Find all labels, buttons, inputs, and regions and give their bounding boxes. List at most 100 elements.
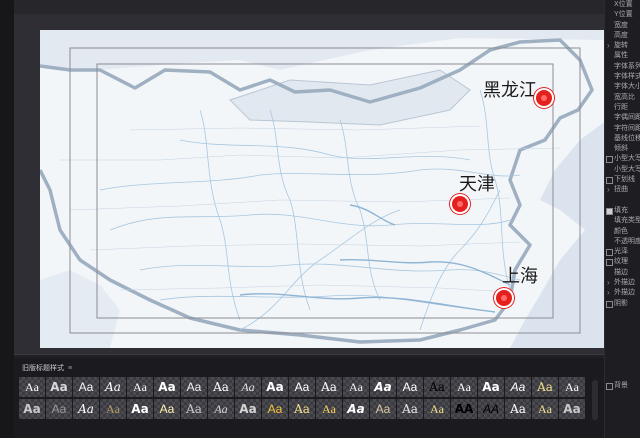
style-swatch[interactable]: Aa [262,377,288,397]
style-swatch[interactable]: Aa [208,399,234,419]
property-row: 不透明度 [614,237,640,245]
styles-panel-title: 旧版标题样式 [22,365,64,372]
style-swatch[interactable]: Aa [559,377,585,397]
style-swatch[interactable]: Aa [478,377,504,397]
left-edge-strip [0,0,14,438]
style-swatch[interactable]: Aa [127,377,153,397]
property-row: 宽度 [614,21,628,29]
style-swatch[interactable]: Aa [505,399,531,419]
property-row[interactable]: 小型大写字母 [605,154,640,164]
city-marker-tianjin [452,196,468,212]
property-row: 填充类型 [614,217,640,225]
property-row[interactable]: 阴影 [605,299,640,309]
style-swatch[interactable]: Aa [100,399,126,419]
property-row: 小型大写字母尺寸 [614,165,640,173]
property-row[interactable]: 光泽 [605,247,640,257]
style-swatch[interactable]: Aa [559,399,585,419]
style-swatch[interactable]: Aa [181,377,207,397]
property-row: 高度 [614,31,628,39]
style-swatch[interactable]: Aa [100,377,126,397]
china-map: 黑龙江 天津 上海 [40,30,607,348]
property-row: 字符间距 [614,124,640,132]
style-swatch[interactable]: Aa [343,399,369,419]
property-row [605,360,640,370]
style-swatch[interactable]: AA [478,399,504,419]
property-row[interactable]: 外描边 [605,288,640,298]
panel-menu-icon[interactable]: ≡ [68,365,72,372]
property-row: 倾斜 [614,145,628,153]
style-swatch[interactable]: Aa [235,399,261,419]
property-row[interactable]: 填充 [605,206,640,216]
style-swatch[interactable]: Aa [46,399,72,419]
property-row [605,330,640,340]
property-row: 颜色 [614,227,628,235]
property-row [605,371,640,381]
style-swatch[interactable]: Aa [316,377,342,397]
property-row: 基线位移 [614,134,640,142]
styles-scrollbar[interactable] [592,380,598,420]
style-swatch[interactable]: Aa [73,377,99,397]
style-swatch[interactable]: Aa [451,377,477,397]
property-row: Y位置 [614,11,633,19]
essential-graphics-properties: X位置 Y位置宽度高度旋转属性字体系列字体样式字体大小宽高比行距字偶间距字符间距基… [604,0,640,438]
style-swatch[interactable]: Aa [154,399,180,419]
style-swatch[interactable]: AA [451,399,477,419]
property-row[interactable]: 背景 [605,381,640,391]
style-swatch[interactable]: Aa [262,399,288,419]
style-swatch[interactable]: Aa [19,377,45,397]
property-row[interactable]: 外描边 [605,278,640,288]
property-row: 描边 [614,268,628,276]
property-row [605,319,640,329]
style-swatch[interactable]: Aa [343,377,369,397]
style-swatch[interactable]: Aa [127,399,153,419]
city-marker-heilongjiang [536,90,552,106]
style-swatch[interactable]: Aa [370,377,396,397]
property-row: 宽高比 [614,93,635,101]
style-swatch[interactable]: Aa [289,399,315,419]
program-monitor[interactable]: 黑龙江 天津 上海 [14,14,607,355]
style-swatch[interactable]: Aa [181,399,207,419]
property-row [605,340,640,350]
city-label-heilongjiang: 黑龙江 [483,80,537,101]
style-swatch[interactable]: Aa [289,377,315,397]
property-row: 字体大小 [614,83,640,91]
property-row [605,196,640,206]
property-row[interactable]: 下划线 [605,175,640,185]
style-swatch[interactable]: Aa [73,399,99,419]
styles-panel-header: 旧版标题样式 ≡ [22,361,72,375]
monitor-top-bar [14,0,604,14]
property-row: 行距 [614,103,628,111]
property-row [605,350,640,360]
legacy-title-styles-panel: 旧版标题样式 ≡ Aa Aa Aa Aa Aa Aa Aa Aa Aa Aa Aa Aa Aa Aa Aa A… [14,358,604,438]
style-swatch[interactable]: Aa [154,377,180,397]
property-row: 字体系列 [614,62,640,70]
city-label-tianjin: 天津 [459,174,495,195]
style-swatch[interactable]: Aa [424,399,450,419]
city-label-shanghai: 上海 [502,266,538,287]
city-marker-shanghai [496,290,512,306]
style-swatch[interactable]: Aa [397,399,423,419]
style-swatch[interactable]: Aa [424,377,450,397]
style-swatch-grid: Aa Aa Aa Aa Aa Aa Aa Aa Aa Aa Aa Aa Aa Aa Aa Aa Aa Aa Aa Aa… [19,377,585,421]
style-swatch[interactable]: Aa [19,399,45,419]
style-swatch[interactable]: Aa [370,399,396,419]
property-row: X位置 [614,1,633,8]
style-swatch[interactable]: Aa [532,377,558,397]
style-swatch[interactable]: Aa [46,377,72,397]
style-swatch[interactable]: Aa [505,377,531,397]
property-row[interactable]: 旋转 [605,41,640,51]
style-swatch[interactable]: Aa [397,377,423,397]
property-row: 属性 [614,52,628,60]
property-row[interactable]: 纹理 [605,257,640,267]
property-row[interactable]: 扭曲 [605,185,640,195]
property-row [605,391,640,401]
property-row [605,309,640,319]
style-swatch[interactable]: Aa [316,399,342,419]
style-swatch[interactable]: Aa [235,377,261,397]
property-row: 字偶间距 [614,114,640,122]
style-swatch[interactable]: Aa [208,377,234,397]
property-row: 字体样式 [614,73,640,81]
map-drawing [40,30,607,348]
property-row [605,402,640,412]
style-swatch[interactable]: Aa [532,399,558,419]
